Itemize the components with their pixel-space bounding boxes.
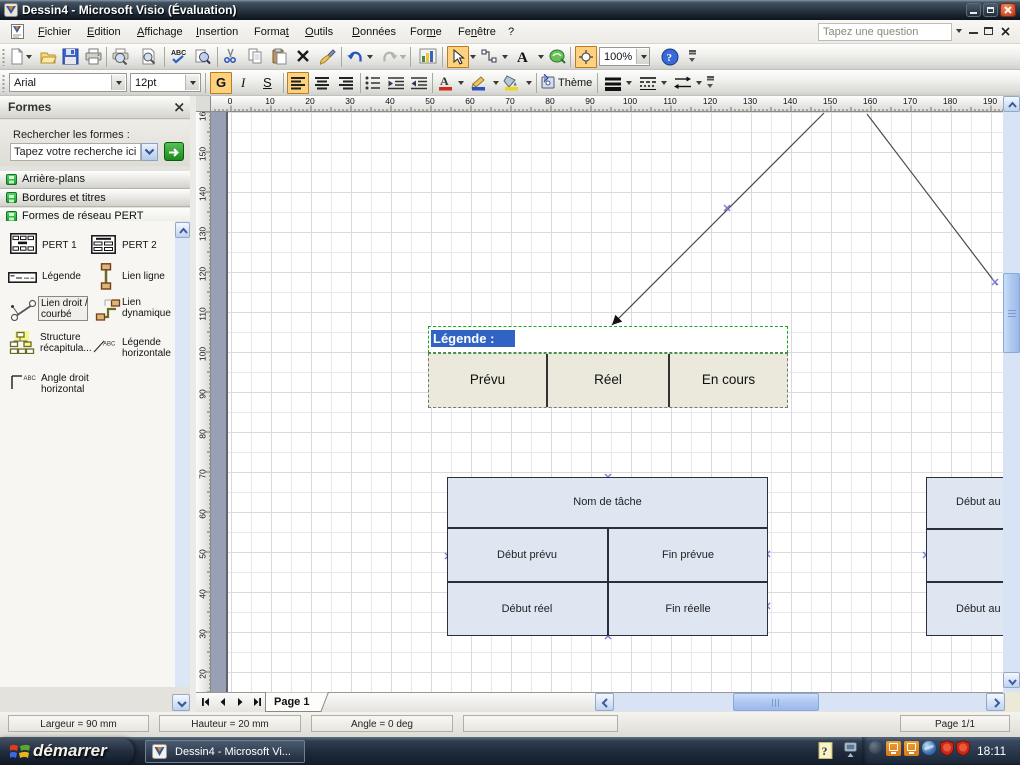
svg-text:50: 50 — [425, 96, 435, 106]
svg-text:30: 30 — [198, 629, 208, 639]
svg-text:150: 150 — [823, 96, 837, 106]
svg-text:110: 110 — [198, 307, 208, 321]
svg-text:10: 10 — [265, 96, 275, 106]
svg-text:130: 130 — [198, 227, 208, 241]
svg-text:180: 180 — [943, 96, 957, 106]
svg-text:110: 110 — [663, 96, 677, 106]
svg-text:90: 90 — [585, 96, 595, 106]
svg-text:190: 190 — [983, 96, 997, 106]
svg-text:120: 120 — [703, 96, 717, 106]
svg-text:70: 70 — [505, 96, 515, 106]
svg-text:ABC: ABC — [103, 342, 116, 348]
svg-text:30: 30 — [345, 96, 355, 106]
svg-text:0: 0 — [228, 96, 233, 106]
svg-text:160: 160 — [863, 96, 877, 106]
svg-text:A: A — [517, 50, 528, 65]
svg-text:100: 100 — [623, 96, 637, 106]
svg-text:80: 80 — [545, 96, 555, 106]
svg-text:140: 140 — [198, 187, 208, 201]
svg-text:60: 60 — [198, 509, 208, 519]
svg-text:160: 160 — [198, 112, 208, 121]
svg-text:A: A — [440, 74, 449, 88]
svg-text:50: 50 — [198, 549, 208, 559]
svg-text:60: 60 — [465, 96, 475, 106]
svg-text:130: 130 — [743, 96, 757, 106]
svg-text:20: 20 — [198, 669, 208, 679]
svg-text:120: 120 — [198, 267, 208, 281]
svg-text:ABC: ABC — [171, 50, 186, 57]
svg-text:?: ? — [667, 52, 673, 64]
svg-text:170: 170 — [903, 96, 917, 106]
svg-text:40: 40 — [385, 96, 395, 106]
svg-text:80: 80 — [198, 429, 208, 439]
svg-text:70: 70 — [198, 469, 208, 479]
svg-text:150: 150 — [198, 147, 208, 161]
svg-text:20: 20 — [305, 96, 315, 106]
svg-text:?: ? — [822, 744, 828, 758]
svg-text:100: 100 — [198, 347, 208, 361]
svg-text:90: 90 — [198, 389, 208, 399]
svg-text:40: 40 — [198, 589, 208, 599]
svg-text:ABC: ABC — [24, 376, 37, 382]
svg-text:140: 140 — [783, 96, 797, 106]
